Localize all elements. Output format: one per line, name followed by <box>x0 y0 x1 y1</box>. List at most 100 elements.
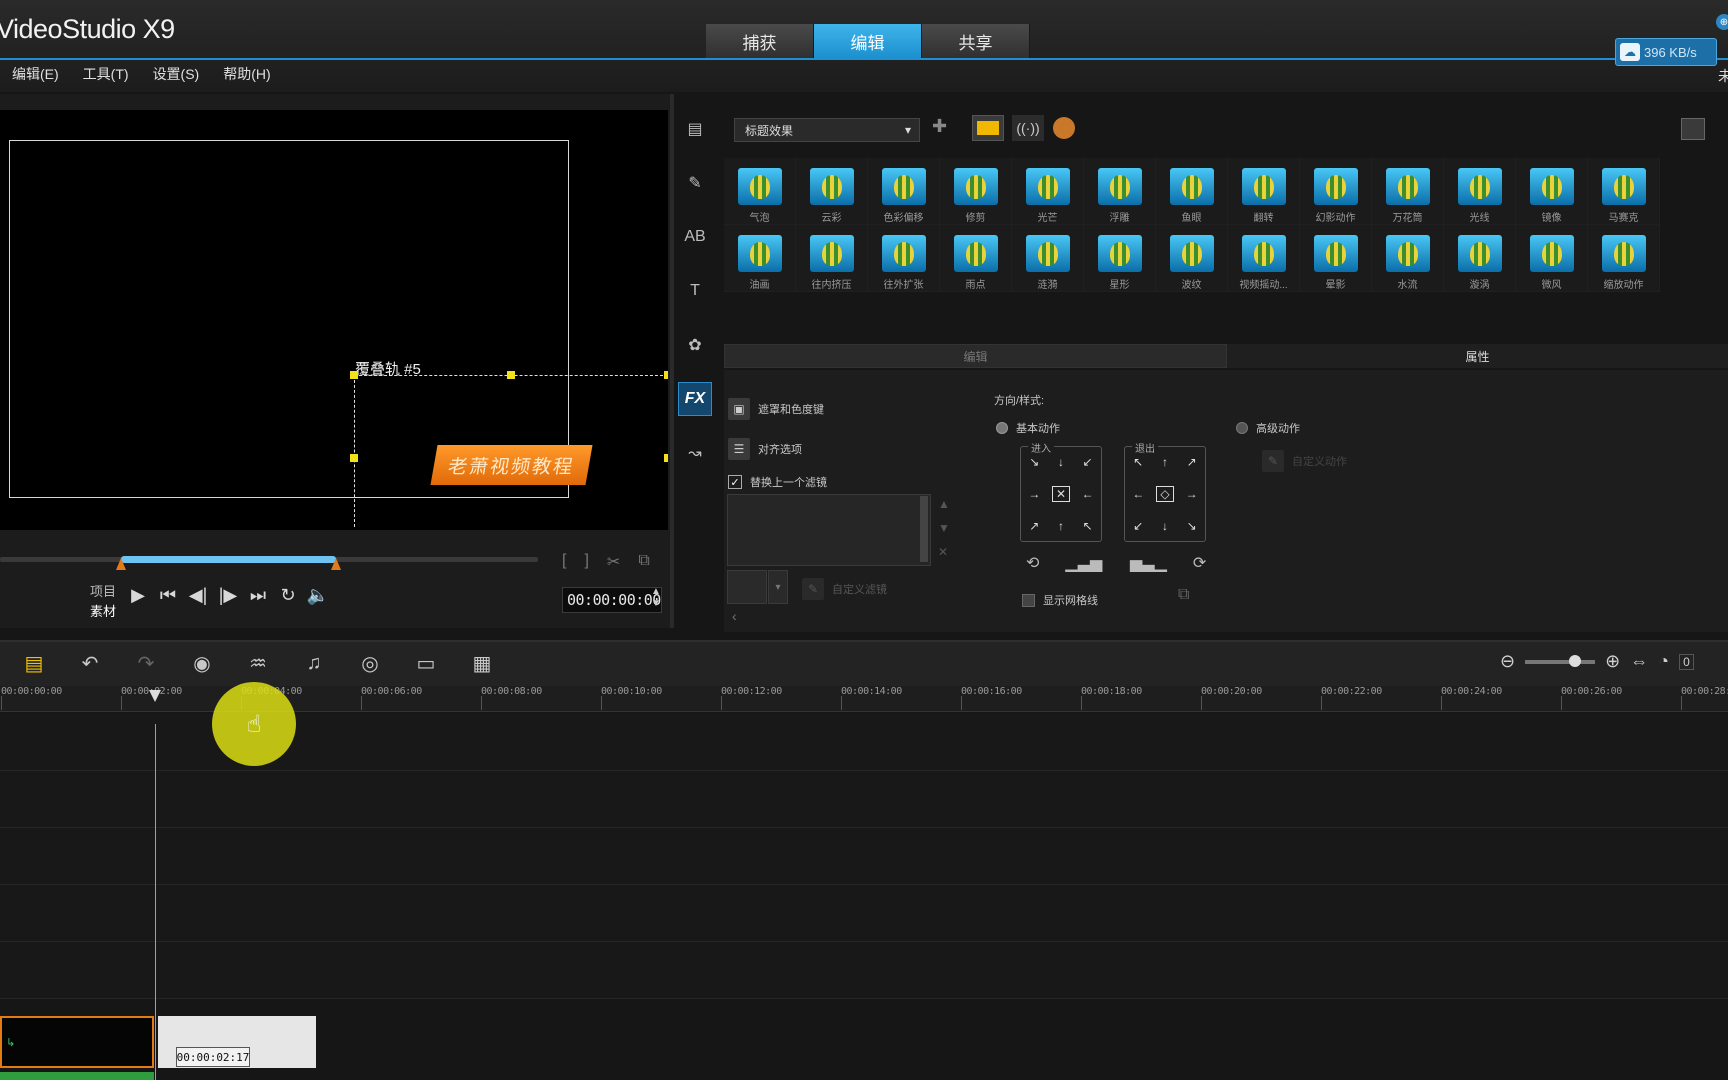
fade-in-icon[interactable]: ▁▃▅ <box>1065 553 1102 573</box>
fade-out-icon[interactable]: ▅▃▁ <box>1130 553 1167 573</box>
multi-camera-icon[interactable]: ▦ <box>454 651 510 676</box>
filter-thumbnail[interactable]: 缩放动作 <box>1588 225 1660 292</box>
filter-thumbnail[interactable]: 幻影动作 <box>1300 158 1372 225</box>
filter-thumbnail[interactable]: 光线 <box>1444 158 1516 225</box>
preset-dropdown-icon[interactable]: ▾ <box>768 570 788 604</box>
timeline-track[interactable] <box>0 828 1728 885</box>
tab-capture[interactable]: 捕获 <box>706 24 814 59</box>
menu-help[interactable]: 帮助(H) <box>211 64 282 90</box>
auto-music-icon[interactable]: ♫ <box>286 652 342 675</box>
undo-icon[interactable]: ↶ <box>62 651 118 676</box>
show-grid-checkbox[interactable] <box>1022 593 1035 607</box>
filter-thumbnail[interactable]: 修剪 <box>940 158 1012 225</box>
filter-thumbnail[interactable]: 光芒 <box>1012 158 1084 225</box>
filter-thumbnail[interactable]: 镜像 <box>1516 158 1588 225</box>
redo-icon[interactable]: ↷ <box>118 651 174 676</box>
arrow-icon[interactable]: ↓ <box>1058 455 1064 469</box>
resize-handle[interactable] <box>350 371 358 379</box>
basic-motion-option[interactable]: 基本动作 <box>996 420 1060 436</box>
custom-filter-row[interactable]: ✎ 自定义滤镜 <box>802 578 887 600</box>
arrow-icon[interactable]: ↘ <box>1029 455 1039 469</box>
filter-thumbnail[interactable]: 万花筒 <box>1372 158 1444 225</box>
repeat-icon[interactable]: ↻ <box>276 585 300 606</box>
rotate-before-pause-icon[interactable]: ⟲ <box>1026 553 1039 573</box>
arrow-icon[interactable]: ↓ <box>1162 519 1168 533</box>
tab-edit-options[interactable]: 编辑 <box>724 344 1227 368</box>
project-duration-icon[interactable]: ◔ <box>1658 651 1669 672</box>
tab-edit[interactable]: 编辑 <box>814 24 922 59</box>
timecode-field[interactable]: 00:00:00:00 <box>562 587 662 613</box>
center-icon[interactable]: ◇ <box>1156 485 1174 502</box>
zoom-out-icon[interactable]: ⊖ <box>1500 651 1515 672</box>
timeline-clip-selected[interactable]: ↳ <box>0 1016 154 1068</box>
mode-project[interactable]: 项目 <box>90 582 116 602</box>
audio-filter-icon[interactable]: ((·)) <box>1012 115 1044 141</box>
move-down-icon[interactable]: ▼ <box>938 516 950 540</box>
filter-thumbnail[interactable]: 涟漪 <box>1012 225 1084 292</box>
graphic-icon[interactable]: ✿ <box>678 328 712 362</box>
center-icon[interactable]: ✕ <box>1051 485 1071 502</box>
basic-motion-radio[interactable] <box>996 422 1008 434</box>
filter-list-scrollbar[interactable] <box>920 496 928 562</box>
menu-edit[interactable]: 编辑(E) <box>0 64 71 90</box>
arrow-icon[interactable]: ← <box>1082 487 1094 501</box>
remove-filter-icon[interactable]: ✕ <box>938 540 950 564</box>
zoom-slider[interactable] <box>1525 654 1596 667</box>
resize-handle[interactable] <box>507 371 515 379</box>
arrow-icon[interactable]: ↑ <box>1162 455 1168 469</box>
scissors-icon[interactable]: ✂ <box>607 552 620 572</box>
prev-frame-icon[interactable]: ◀| <box>186 585 210 606</box>
mark-out-icon[interactable]: ] <box>584 552 588 572</box>
home-icon[interactable]: ⏮ <box>156 585 180 606</box>
arrow-icon[interactable]: ↗ <box>1187 455 1197 469</box>
play-icon[interactable]: ▶ <box>126 585 150 606</box>
show-grid-row[interactable]: 显示网格线 <box>1022 592 1098 608</box>
add-favorite-icon[interactable]: ✚ <box>932 116 947 137</box>
replace-filter-row[interactable]: ✓ 替换上一个滤镜 <box>728 474 827 490</box>
filter-thumbnail[interactable]: 鱼眼 <box>1156 158 1228 225</box>
filter-thumbnail[interactable]: 视频摇动... <box>1228 225 1300 292</box>
filter-thumbnail[interactable]: 浮雕 <box>1084 158 1156 225</box>
preset-thumbnail[interactable] <box>727 570 767 604</box>
filter-thumbnail[interactable]: 气泡 <box>724 158 796 225</box>
replace-filter-checkbox[interactable]: ✓ <box>728 475 742 489</box>
filter-thumbnail[interactable]: 波纹 <box>1156 225 1228 292</box>
timecode-spinner[interactable]: ▲ ▼ <box>651 586 661 610</box>
view-options-icon[interactable] <box>1681 118 1705 140</box>
network-icon[interactable]: ⊕ <box>1716 14 1728 30</box>
arrow-icon[interactable]: → <box>1028 487 1040 501</box>
arrow-icon[interactable]: ↑ <box>1058 519 1064 533</box>
get-more-icon[interactable] <box>1053 117 1075 139</box>
resize-handle[interactable] <box>664 371 668 379</box>
zoom-in-icon[interactable]: ⊕ <box>1605 651 1620 672</box>
timeline-track[interactable] <box>0 942 1728 999</box>
arrow-icon[interactable]: ↘ <box>1187 519 1197 533</box>
resize-handle[interactable] <box>350 454 358 462</box>
title-icon[interactable]: T <box>678 274 712 308</box>
filter-thumbnail[interactable]: 雨点 <box>940 225 1012 292</box>
move-up-icon[interactable]: ▲ <box>938 492 950 516</box>
arrow-icon[interactable]: ← <box>1132 487 1144 501</box>
path-icon[interactable]: ↝ <box>678 436 712 470</box>
scroll-left-icon[interactable]: ‹ <box>732 608 737 624</box>
mark-in-icon[interactable]: [ <box>562 552 566 572</box>
filter-thumbnail[interactable]: 翻转 <box>1228 158 1300 225</box>
filter-thumbnail[interactable]: 云彩 <box>796 158 868 225</box>
playhead-line[interactable] <box>155 724 156 1080</box>
arrow-icon[interactable]: ↖ <box>1083 519 1093 533</box>
transition-icon[interactable]: AB <box>678 220 712 254</box>
rotate-after-pause-icon[interactable]: ⟳ <box>1193 553 1206 573</box>
arrow-icon[interactable]: ↙ <box>1133 519 1143 533</box>
storyboard-view-icon[interactable]: ▤ <box>6 651 62 676</box>
filter-thumbnail[interactable]: 马赛克 <box>1588 158 1660 225</box>
tab-attributes[interactable]: 属性 <box>1227 344 1728 368</box>
filter-thumbnail[interactable]: 油画 <box>724 225 796 292</box>
filter-thumbnail[interactable]: 往内挤压 <box>796 225 868 292</box>
arrow-icon[interactable]: ↙ <box>1083 455 1093 469</box>
menu-tools[interactable]: 工具(T) <box>71 64 141 90</box>
filter-category-select[interactable]: 标题效果 ▾ <box>734 118 920 142</box>
tab-share[interactable]: 共享 <box>922 24 1030 59</box>
instant-project-icon[interactable]: ✎ <box>678 166 712 200</box>
fit-project-icon[interactable]: ⇔ <box>1630 651 1648 672</box>
filter-thumbnail[interactable]: 往外扩张 <box>868 225 940 292</box>
